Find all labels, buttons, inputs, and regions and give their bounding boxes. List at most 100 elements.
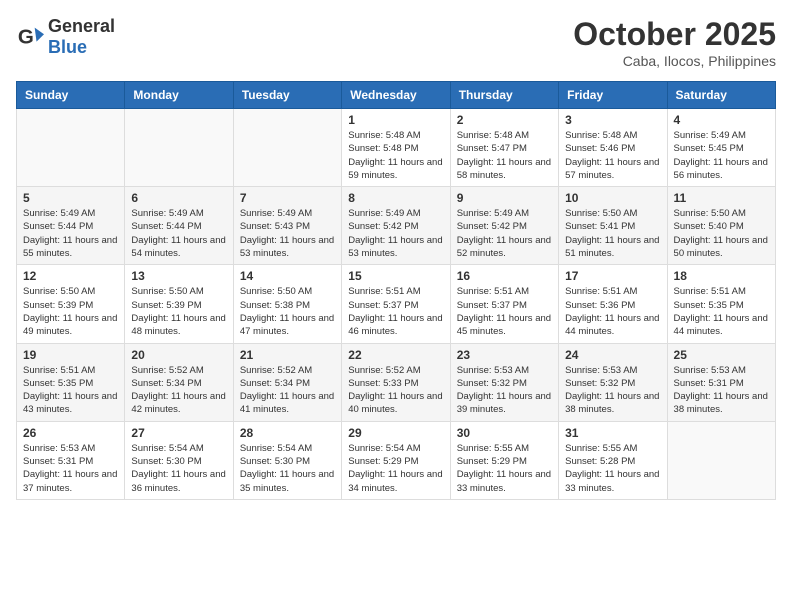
day-info: Sunrise: 5:52 AMSunset: 5:34 PMDaylight:… — [131, 364, 226, 417]
calendar-cell: 7 Sunrise: 5:49 AMSunset: 5:43 PMDaylight… — [233, 187, 341, 265]
month-title: October 2025 — [573, 16, 776, 53]
day-number: 23 — [457, 348, 552, 362]
calendar-cell: 1Sunrise: 5:48 AMSunset: 5:48 PMDaylight… — [342, 109, 450, 187]
day-info: Sunrise: 5:51 AMSunset: 5:37 PMDaylight:… — [348, 285, 443, 338]
calendar-row: 26 Sunrise: 5:53 AMSunset: 5:31 PMDayligh… — [17, 421, 776, 499]
calendar-cell: 13 Sunrise: 5:50 AMSunset: 5:39 PMDayligh… — [125, 265, 233, 343]
page-header: G General Blue October 2025 Caba, Ilocos… — [16, 16, 776, 69]
calendar-row: 19Sunrise: 5:51 AMSunset: 5:35 PMDayligh… — [17, 343, 776, 421]
calendar-cell: 11Sunrise: 5:50 AMSunset: 5:40 PMDayligh… — [667, 187, 775, 265]
calendar-cell: 30 Sunrise: 5:55 AMSunset: 5:29 PMDayligh… — [450, 421, 558, 499]
calendar-cell — [17, 109, 125, 187]
day-info: Sunrise: 5:48 AMSunset: 5:47 PMDaylight:… — [457, 129, 552, 182]
day-info: Sunrise: 5:49 AMSunset: 5:44 PMDaylight:… — [131, 207, 226, 260]
day-number: 13 — [131, 269, 226, 283]
calendar-cell: 19Sunrise: 5:51 AMSunset: 5:35 PMDayligh… — [17, 343, 125, 421]
title-block: October 2025 Caba, Ilocos, Philippines — [573, 16, 776, 69]
day-number: 6 — [131, 191, 226, 205]
day-info: Sunrise: 5:49 AMSunset: 5:45 PMDaylight:… — [674, 129, 769, 182]
day-number: 4 — [674, 113, 769, 127]
day-info: Sunrise: 5:51 AMSunset: 5:36 PMDaylight:… — [565, 285, 660, 338]
day-number: 24 — [565, 348, 660, 362]
svg-text:G: G — [18, 26, 34, 49]
weekday-header: Thursday — [450, 82, 558, 109]
day-number: 18 — [674, 269, 769, 283]
day-number: 29 — [348, 426, 443, 440]
day-number: 16 — [457, 269, 552, 283]
calendar-cell: 14 Sunrise: 5:50 AMSunset: 5:38 PMDayligh… — [233, 265, 341, 343]
day-number: 26 — [23, 426, 118, 440]
day-info: Sunrise: 5:52 AMSunset: 5:33 PMDaylight:… — [348, 364, 443, 417]
day-number: 2 — [457, 113, 552, 127]
calendar-cell: 3Sunrise: 5:48 AMSunset: 5:46 PMDaylight… — [559, 109, 667, 187]
day-number: 5 — [23, 191, 118, 205]
day-number: 31 — [565, 426, 660, 440]
day-info: Sunrise: 5:49 AMSunset: 5:42 PMDaylight:… — [348, 207, 443, 260]
calendar-row: 12 Sunrise: 5:50 AMSunset: 5:39 PMDayligh… — [17, 265, 776, 343]
day-info: Sunrise: 5:51 AMSunset: 5:35 PMDaylight:… — [674, 285, 769, 338]
day-number: 8 — [348, 191, 443, 205]
day-info: Sunrise: 5:49 AMSunset: 5:42 PMDaylight:… — [457, 207, 552, 260]
calendar-cell: 10 Sunrise: 5:50 AMSunset: 5:41 PMDayligh… — [559, 187, 667, 265]
calendar-cell: 24Sunrise: 5:53 AMSunset: 5:32 PMDayligh… — [559, 343, 667, 421]
day-info: Sunrise: 5:50 AMSunset: 5:40 PMDaylight:… — [674, 207, 769, 260]
calendar-cell: 21Sunrise: 5:52 AMSunset: 5:34 PMDayligh… — [233, 343, 341, 421]
calendar-cell: 22 Sunrise: 5:52 AMSunset: 5:33 PMDayligh… — [342, 343, 450, 421]
weekday-header: Saturday — [667, 82, 775, 109]
day-info: Sunrise: 5:53 AMSunset: 5:31 PMDaylight:… — [674, 364, 769, 417]
calendar-cell — [667, 421, 775, 499]
calendar-cell: 2 Sunrise: 5:48 AMSunset: 5:47 PMDaylight… — [450, 109, 558, 187]
weekday-header: Tuesday — [233, 82, 341, 109]
logo-icon: G — [16, 23, 44, 51]
day-number: 17 — [565, 269, 660, 283]
day-info: Sunrise: 5:48 AMSunset: 5:48 PMDaylight:… — [348, 129, 443, 182]
calendar-cell: 23 Sunrise: 5:53 AMSunset: 5:32 PMDayligh… — [450, 343, 558, 421]
location-title: Caba, Ilocos, Philippines — [573, 53, 776, 69]
calendar-table: SundayMondayTuesdayWednesdayThursdayFrid… — [16, 81, 776, 500]
calendar-cell: 5Sunrise: 5:49 AMSunset: 5:44 PMDaylight… — [17, 187, 125, 265]
day-number: 27 — [131, 426, 226, 440]
day-info: Sunrise: 5:49 AMSunset: 5:43 PMDaylight:… — [240, 207, 335, 260]
calendar-cell: 29 Sunrise: 5:54 AMSunset: 5:29 PMDayligh… — [342, 421, 450, 499]
weekday-header: Monday — [125, 82, 233, 109]
logo: G General Blue — [16, 16, 115, 58]
calendar-cell: 20 Sunrise: 5:52 AMSunset: 5:34 PMDayligh… — [125, 343, 233, 421]
calendar-cell: 26 Sunrise: 5:53 AMSunset: 5:31 PMDayligh… — [17, 421, 125, 499]
calendar-cell — [125, 109, 233, 187]
day-number: 12 — [23, 269, 118, 283]
day-info: Sunrise: 5:50 AMSunset: 5:41 PMDaylight:… — [565, 207, 660, 260]
calendar-cell: 16Sunrise: 5:51 AMSunset: 5:37 PMDayligh… — [450, 265, 558, 343]
day-number: 22 — [348, 348, 443, 362]
day-info: Sunrise: 5:54 AMSunset: 5:29 PMDaylight:… — [348, 442, 443, 495]
day-number: 15 — [348, 269, 443, 283]
logo-blue: Blue — [48, 37, 87, 57]
day-info: Sunrise: 5:55 AMSunset: 5:28 PMDaylight:… — [565, 442, 660, 495]
day-number: 30 — [457, 426, 552, 440]
day-number: 3 — [565, 113, 660, 127]
logo-general: General — [48, 16, 115, 36]
day-number: 14 — [240, 269, 335, 283]
day-info: Sunrise: 5:50 AMSunset: 5:39 PMDaylight:… — [23, 285, 118, 338]
calendar-cell: 31 Sunrise: 5:55 AMSunset: 5:28 PMDayligh… — [559, 421, 667, 499]
calendar-cell: 15 Sunrise: 5:51 AMSunset: 5:37 PMDayligh… — [342, 265, 450, 343]
day-number: 28 — [240, 426, 335, 440]
day-number: 10 — [565, 191, 660, 205]
calendar-cell: 25Sunrise: 5:53 AMSunset: 5:31 PMDayligh… — [667, 343, 775, 421]
day-info: Sunrise: 5:53 AMSunset: 5:32 PMDaylight:… — [457, 364, 552, 417]
calendar-cell: 28Sunrise: 5:54 AMSunset: 5:30 PMDayligh… — [233, 421, 341, 499]
calendar-cell — [233, 109, 341, 187]
calendar-cell: 17 Sunrise: 5:51 AMSunset: 5:36 PMDayligh… — [559, 265, 667, 343]
day-info: Sunrise: 5:50 AMSunset: 5:39 PMDaylight:… — [131, 285, 226, 338]
calendar-cell: 27Sunrise: 5:54 AMSunset: 5:30 PMDayligh… — [125, 421, 233, 499]
calendar-cell: 8 Sunrise: 5:49 AMSunset: 5:42 PMDaylight… — [342, 187, 450, 265]
weekday-header-row: SundayMondayTuesdayWednesdayThursdayFrid… — [17, 82, 776, 109]
calendar-cell: 4 Sunrise: 5:49 AMSunset: 5:45 PMDaylight… — [667, 109, 775, 187]
calendar-cell: 6 Sunrise: 5:49 AMSunset: 5:44 PMDaylight… — [125, 187, 233, 265]
day-info: Sunrise: 5:53 AMSunset: 5:31 PMDaylight:… — [23, 442, 118, 495]
day-info: Sunrise: 5:55 AMSunset: 5:29 PMDaylight:… — [457, 442, 552, 495]
day-number: 7 — [240, 191, 335, 205]
day-info: Sunrise: 5:50 AMSunset: 5:38 PMDaylight:… — [240, 285, 335, 338]
day-number: 20 — [131, 348, 226, 362]
calendar-cell: 12 Sunrise: 5:50 AMSunset: 5:39 PMDayligh… — [17, 265, 125, 343]
weekday-header: Wednesday — [342, 82, 450, 109]
